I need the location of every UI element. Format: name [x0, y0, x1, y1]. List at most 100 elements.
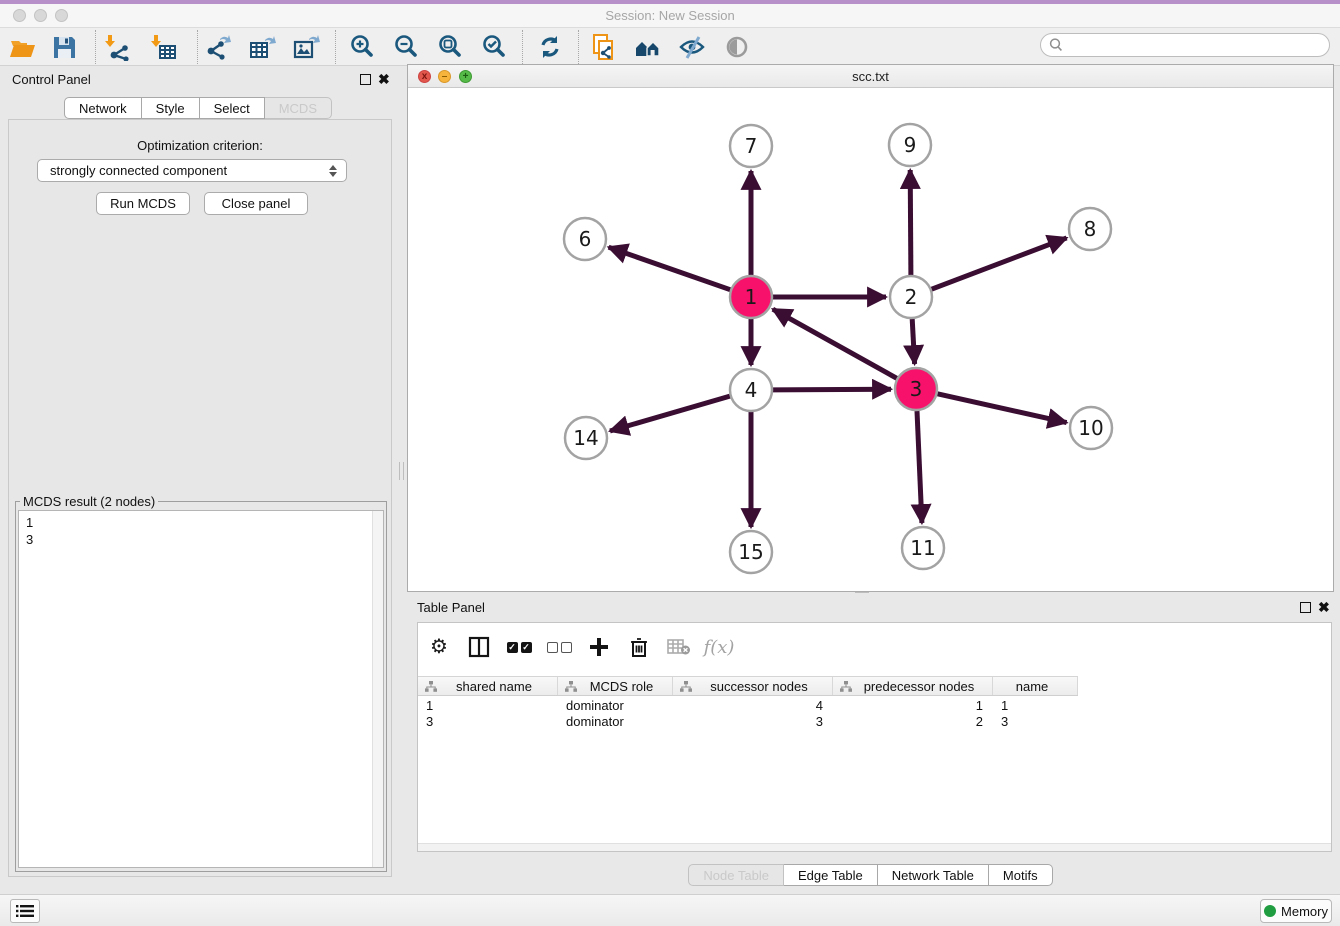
table-cell: 3 [993, 714, 1078, 729]
toolbar-separator [522, 30, 523, 64]
graph-node-15[interactable]: 15 [730, 531, 772, 573]
graph-node-2[interactable]: 2 [890, 276, 932, 318]
edge-3-11[interactable] [917, 411, 922, 523]
status-bar: Memory [0, 894, 1340, 926]
edge-4-14[interactable] [610, 396, 730, 431]
export-table-icon[interactable] [248, 33, 276, 61]
edge-2-8[interactable] [932, 238, 1067, 289]
tab-style[interactable]: Style [142, 97, 200, 119]
table-horizontal-scrollbar[interactable] [418, 843, 1331, 851]
graph-node-7[interactable]: 7 [730, 125, 772, 167]
table-cell: dominator [558, 698, 673, 713]
open-folder-icon[interactable] [8, 33, 36, 61]
select-all-icon[interactable]: ✓✓ [506, 634, 532, 660]
control-panel-header: Control Panel ✖ [0, 70, 396, 92]
memory-label: Memory [1281, 904, 1328, 919]
home-overview-icon[interactable] [634, 33, 662, 61]
tab-network-table[interactable]: Network Table [878, 864, 989, 886]
zoom-in-icon[interactable] [348, 33, 376, 61]
optimization-criterion-label: Optimization criterion: [9, 138, 391, 153]
float-table-panel-icon[interactable] [1300, 602, 1311, 613]
show-column-panel-icon[interactable] [466, 634, 492, 660]
table-cell: 3 [673, 714, 833, 729]
graph-node-10[interactable]: 10 [1070, 407, 1112, 449]
mcds-result-text[interactable]: 1 3 [18, 510, 384, 868]
refresh-icon[interactable] [536, 33, 564, 61]
tab-network[interactable]: Network [64, 97, 142, 119]
table-panel-title: Table Panel [417, 600, 485, 615]
network-window-titlebar[interactable]: x – + scc.txt [408, 65, 1333, 88]
close-panel-icon[interactable]: ✖ [378, 71, 390, 87]
search-input[interactable] [1064, 35, 1329, 55]
table-row[interactable]: 3dominator323 [418, 713, 1331, 729]
toolbar-separator [95, 30, 96, 64]
run-mcds-button[interactable]: Run MCDS [96, 192, 190, 215]
tab-select[interactable]: Select [200, 97, 265, 119]
table-row[interactable]: 1dominator411 [418, 697, 1331, 713]
duplicate-network-icon[interactable] [590, 33, 618, 61]
add-column-icon[interactable] [586, 634, 612, 660]
optimization-criterion-select[interactable]: strongly connected component [37, 159, 347, 182]
mcds-result-title: MCDS result (2 nodes) [20, 494, 158, 509]
toolbar-separator [578, 30, 579, 64]
network-graph[interactable]: 7 9 6 8 1 2 4 3 14 10 15 11 [408, 88, 1333, 591]
delete-column-icon[interactable] [626, 634, 652, 660]
graph-node-3[interactable]: 3 [895, 368, 937, 410]
edge-4-3[interactable] [773, 389, 891, 390]
node-label: 2 [905, 285, 918, 309]
close-table-panel-icon[interactable]: ✖ [1318, 599, 1330, 615]
tab-node-table[interactable]: Node Table [688, 864, 784, 886]
memory-button[interactable]: Memory [1260, 899, 1332, 923]
vertical-splitter-handle[interactable] [399, 462, 404, 480]
import-table-icon[interactable] [150, 33, 178, 61]
mcds-result-scrollbar[interactable] [372, 511, 383, 867]
task-history-button[interactable] [10, 899, 40, 923]
zoom-fit-icon[interactable] [436, 33, 464, 61]
network-window: x – + scc.txt 7 9 6 8 1 2 4 3 14 10 15 11 [407, 64, 1334, 592]
table-cell: dominator [558, 714, 673, 729]
float-panel-icon[interactable] [360, 74, 371, 85]
export-image-icon[interactable] [292, 33, 320, 61]
delete-table-icon[interactable] [666, 634, 692, 660]
bird-eye-view-icon[interactable] [723, 33, 751, 61]
function-builder-icon[interactable]: f(x) [706, 634, 732, 660]
graph-node-4[interactable]: 4 [730, 369, 772, 411]
graph-node-1[interactable]: 1 [730, 276, 772, 318]
column-header-predecessor-nodes[interactable]: predecessor nodes [833, 677, 993, 695]
graph-node-8[interactable]: 8 [1069, 208, 1111, 250]
edge-2-3[interactable] [912, 319, 914, 364]
edge-3-10[interactable] [938, 394, 1067, 423]
toolbar-separator [335, 30, 336, 64]
save-icon[interactable] [50, 33, 78, 61]
edge-1-6[interactable] [609, 247, 731, 290]
node-label: 10 [1078, 416, 1103, 440]
edge-3-1[interactable] [773, 309, 897, 378]
node-label: 15 [738, 540, 763, 564]
unselect-all-icon[interactable] [546, 634, 572, 660]
close-panel-button[interactable]: Close panel [204, 192, 308, 215]
tab-edge-table[interactable]: Edge Table [784, 864, 878, 886]
network-canvas[interactable]: 7 9 6 8 1 2 4 3 14 10 15 11 [408, 88, 1333, 591]
select-chevrons-icon [329, 165, 337, 177]
node-label: 11 [910, 536, 935, 560]
column-header-name[interactable]: name [993, 677, 1078, 695]
column-header-mcds-role[interactable]: MCDS role [558, 677, 673, 695]
column-type-icon [680, 681, 692, 692]
column-header-shared-name[interactable]: shared name [418, 677, 558, 695]
import-network-icon[interactable] [104, 33, 132, 61]
settings-gear-icon[interactable]: ⚙ [426, 634, 452, 660]
zoom-selected-icon[interactable] [480, 33, 508, 61]
graph-node-11[interactable]: 11 [902, 527, 944, 569]
tab-motifs[interactable]: Motifs [989, 864, 1053, 886]
node-label: 9 [904, 133, 917, 157]
column-header-successor-nodes[interactable]: successor nodes [673, 677, 833, 695]
graph-node-9[interactable]: 9 [889, 124, 931, 166]
tab-mcds[interactable]: MCDS [265, 97, 332, 119]
memory-status-icon [1264, 905, 1276, 917]
hide-graphics-details-icon[interactable] [678, 33, 706, 61]
graph-node-14[interactable]: 14 [565, 417, 607, 459]
export-network-icon[interactable] [204, 33, 232, 61]
edge-2-9[interactable] [910, 170, 911, 275]
graph-node-6[interactable]: 6 [564, 218, 606, 260]
zoom-out-icon[interactable] [392, 33, 420, 61]
